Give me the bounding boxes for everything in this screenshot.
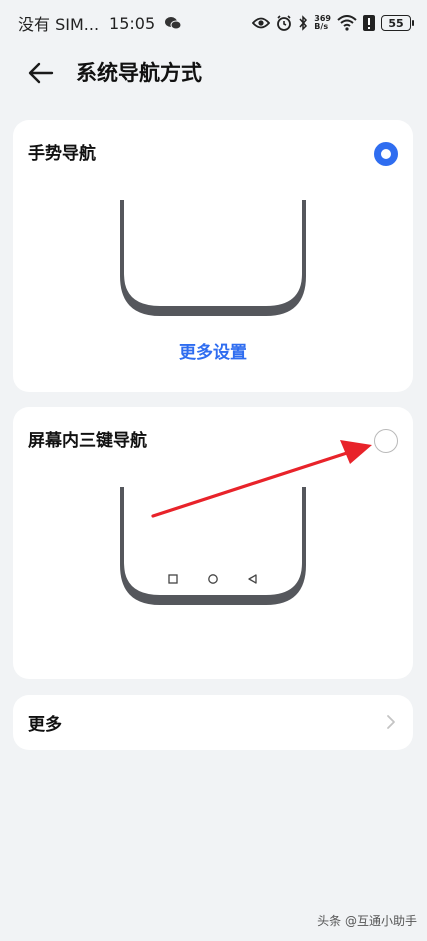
home-icon <box>208 574 218 584</box>
three-key-navigation-card[interactable]: 屏幕内三键导航 <box>13 407 413 679</box>
bluetooth-icon <box>298 15 308 31</box>
recent-apps-icon <box>168 574 178 584</box>
gesture-navigation-card[interactable]: 手势导航 更多设置 <box>13 120 413 392</box>
more-settings-link[interactable]: 更多设置 <box>13 338 413 363</box>
battery-icon: 55 <box>381 15 414 31</box>
wechat-icon <box>165 16 182 30</box>
gesture-navigation-radio[interactable] <box>374 142 398 166</box>
battery-level: 55 <box>388 16 404 30</box>
chevron-right-icon <box>387 715 395 729</box>
back-triangle-icon <box>248 574 257 584</box>
status-left: 没有 SIM... 15:05 <box>18 11 182 35</box>
arrow-left-icon <box>28 62 54 84</box>
alarm-icon <box>276 15 292 31</box>
net-speed-unit: B/s <box>314 22 329 31</box>
status-bar: 没有 SIM... 15:05 369 B/s 55 <box>0 0 427 46</box>
three-key-phone-illustration <box>120 487 306 605</box>
watermark: 头条 @互通小助手 <box>317 914 417 928</box>
gesture-navigation-title: 手势导航 <box>28 144 96 164</box>
gesture-phone-illustration <box>120 200 306 316</box>
eye-icon <box>252 17 271 29</box>
more-label: 更多 <box>28 715 62 735</box>
carrier-text: 没有 SIM... <box>18 15 100 34</box>
three-key-navigation-title: 屏幕内三键导航 <box>28 431 147 451</box>
back-button[interactable] <box>26 58 56 88</box>
net-speed: 369 B/s <box>314 15 331 31</box>
alert-icon <box>363 15 375 31</box>
wifi-icon <box>337 15 357 31</box>
status-right: 369 B/s 55 <box>252 15 414 31</box>
page-title: 系统导航方式 <box>76 61 202 85</box>
header: 系统导航方式 <box>0 50 427 96</box>
three-key-navigation-radio[interactable] <box>374 429 398 453</box>
clock: 15:05 <box>109 13 156 33</box>
more-row[interactable]: 更多 <box>13 695 413 750</box>
